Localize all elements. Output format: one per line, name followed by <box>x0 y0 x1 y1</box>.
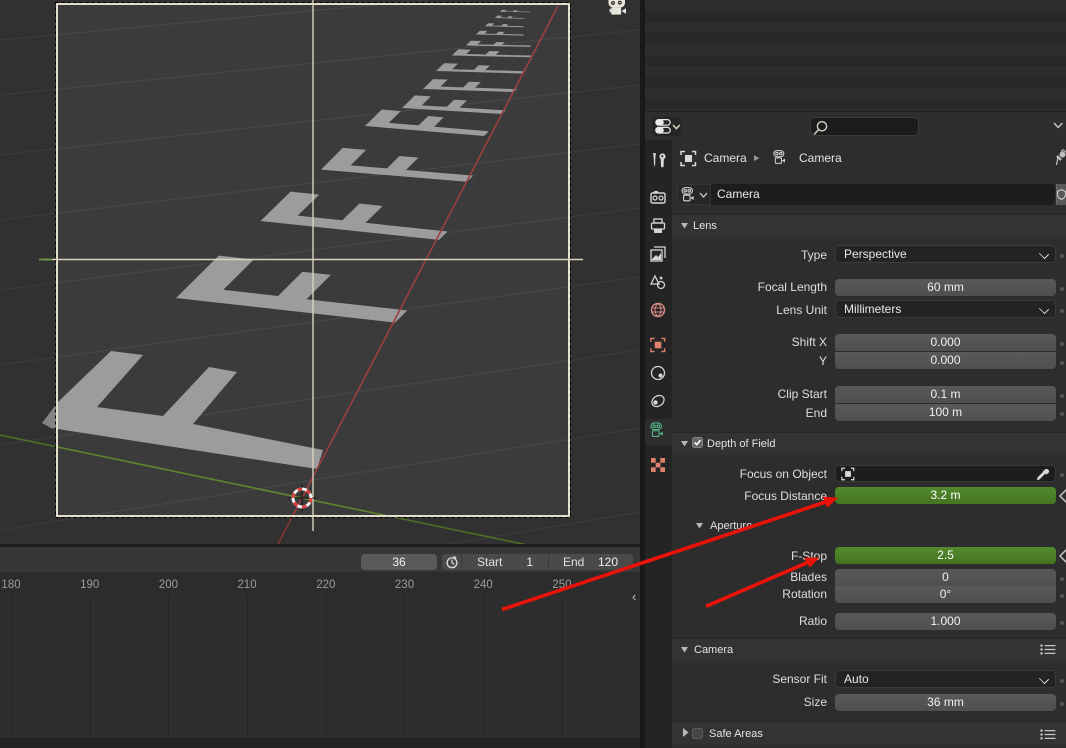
svg-text:180: 180 <box>1 579 20 591</box>
svg-text:200: 200 <box>159 579 178 591</box>
svg-text:210: 210 <box>237 579 256 591</box>
svg-text:240: 240 <box>474 579 493 591</box>
svg-text:250: 250 <box>552 579 571 591</box>
svg-text:190: 190 <box>80 579 99 591</box>
svg-text:220: 220 <box>316 579 335 591</box>
svg-text:230: 230 <box>395 579 414 591</box>
